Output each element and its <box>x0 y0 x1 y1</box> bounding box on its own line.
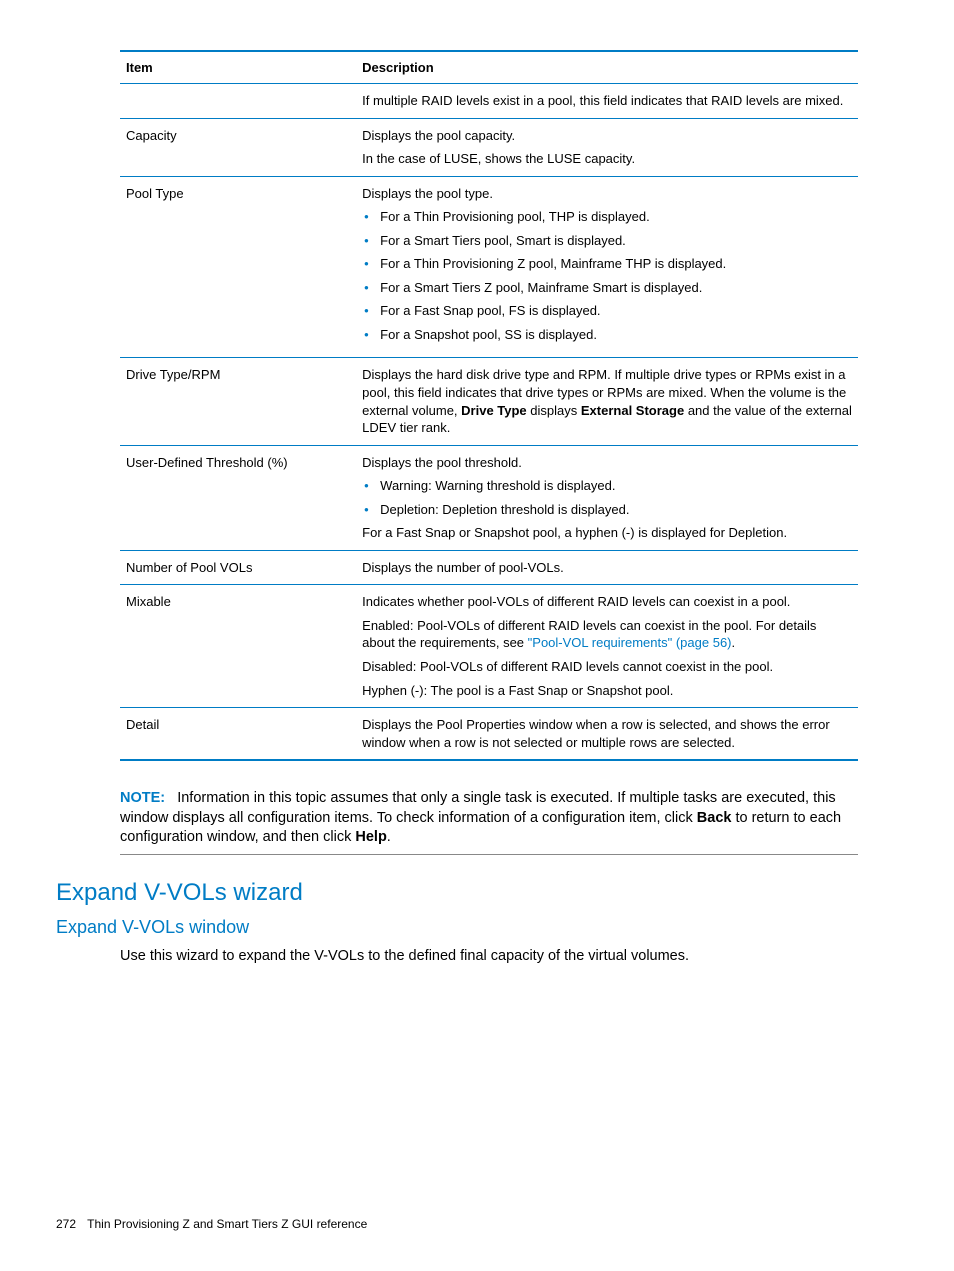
table-row: Number of Pool VOLs Displays the number … <box>120 550 858 585</box>
cell-desc-text: . <box>732 635 736 650</box>
cell-desc: Displays the hard disk drive type and RP… <box>356 358 858 445</box>
table-row: Pool Type Displays the pool type. For a … <box>120 176 858 358</box>
properties-table: Item Description If multiple RAID levels… <box>120 50 858 761</box>
note-label: NOTE: <box>120 790 165 806</box>
cell-item: Pool Type <box>120 176 356 358</box>
cell-item: Number of Pool VOLs <box>120 550 356 585</box>
bold-text: External Storage <box>581 403 684 418</box>
bullet-list: For a Thin Provisioning pool, THP is dis… <box>362 208 852 343</box>
cell-desc-line: Disabled: Pool-VOLs of different RAID le… <box>362 658 852 676</box>
table-row: Capacity Displays the pool capacity. In … <box>120 118 858 176</box>
table-row: Detail Displays the Pool Properties wind… <box>120 708 858 761</box>
cell-desc-line: Displays the pool threshold. <box>362 454 852 472</box>
page-footer: 272 Thin Provisioning Z and Smart Tiers … <box>56 1217 367 1231</box>
note-text: . <box>387 829 391 845</box>
list-item: For a Thin Provisioning Z pool, Mainfram… <box>362 255 852 273</box>
bold-text: Help <box>355 829 386 845</box>
cell-desc: Indicates whether pool-VOLs of different… <box>356 585 858 708</box>
cell-desc-text: displays <box>527 403 581 418</box>
footer-title: Thin Provisioning Z and Smart Tiers Z GU… <box>87 1217 367 1231</box>
page-number: 272 <box>56 1217 76 1231</box>
table-row: If multiple RAID levels exist in a pool,… <box>120 84 858 119</box>
cell-desc-line: Displays the pool type. <box>362 185 852 203</box>
bold-text: Drive Type <box>461 403 527 418</box>
link-text[interactable]: "Pool-VOL requirements" (page 56) <box>528 635 732 650</box>
cell-desc: Displays the number of pool-VOLs. <box>356 550 858 585</box>
list-item: For a Thin Provisioning pool, THP is dis… <box>362 208 852 226</box>
note-block: NOTE: Information in this topic assumes … <box>120 789 858 855</box>
table-row: Drive Type/RPM Displays the hard disk dr… <box>120 358 858 445</box>
cell-desc-line: Enabled: Pool-VOLs of different RAID lev… <box>362 617 852 652</box>
cell-desc-line: For a Fast Snap or Snapshot pool, a hyph… <box>362 524 852 542</box>
table-row: Mixable Indicates whether pool-VOLs of d… <box>120 585 858 708</box>
list-item: For a Smart Tiers Z pool, Mainframe Smar… <box>362 279 852 297</box>
cell-item: Detail <box>120 708 356 761</box>
list-item: For a Smart Tiers pool, Smart is display… <box>362 232 852 250</box>
cell-item: Mixable <box>120 585 356 708</box>
cell-item: User-Defined Threshold (%) <box>120 445 356 550</box>
cell-desc-line: In the case of LUSE, shows the LUSE capa… <box>362 150 852 168</box>
cell-desc: Displays the pool type. For a Thin Provi… <box>356 176 858 358</box>
cell-desc: Displays the pool threshold. Warning: Wa… <box>356 445 858 550</box>
cell-desc-line: Hyphen (-): The pool is a Fast Snap or S… <box>362 682 852 700</box>
list-item: For a Fast Snap pool, FS is displayed. <box>362 302 852 320</box>
cell-desc: Displays the Pool Properties window when… <box>356 708 858 761</box>
body-paragraph: Use this wizard to expand the V-VOLs to … <box>120 948 858 964</box>
col-header-description: Description <box>356 51 858 84</box>
cell-desc-line: Displays the pool capacity. <box>362 127 852 145</box>
bullet-list: Warning: Warning threshold is displayed.… <box>362 477 852 518</box>
cell-item: Drive Type/RPM <box>120 358 356 445</box>
cell-desc: If multiple RAID levels exist in a pool,… <box>356 84 858 119</box>
list-item: For a Snapshot pool, SS is displayed. <box>362 326 852 344</box>
bold-text: Back <box>697 810 732 826</box>
list-item: Warning: Warning threshold is displayed. <box>362 477 852 495</box>
subsection-heading: Expand V-VOLs window <box>56 917 858 938</box>
cell-desc: Displays the pool capacity. In the case … <box>356 118 858 176</box>
list-item: Depletion: Depletion threshold is displa… <box>362 501 852 519</box>
col-header-item: Item <box>120 51 356 84</box>
cell-item <box>120 84 356 119</box>
cell-desc-line: Indicates whether pool-VOLs of different… <box>362 593 852 611</box>
section-heading: Expand V-VOLs wizard <box>56 879 858 907</box>
cell-item: Capacity <box>120 118 356 176</box>
table-row: User-Defined Threshold (%) Displays the … <box>120 445 858 550</box>
